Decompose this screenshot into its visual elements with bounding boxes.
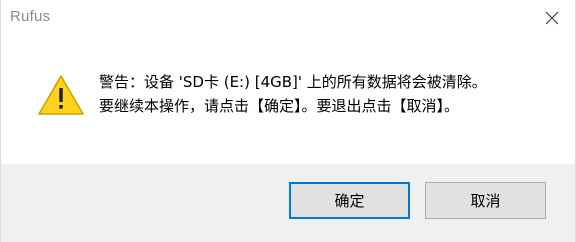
dialog-body: 警告：设备 'SD卡 (E:) [4GB]' 上的所有数据将会被清除。 要继续本… <box>1 36 575 164</box>
message-line-2: 要继续本操作，请点击【确定】。要退出点击【取消】。 <box>99 97 460 115</box>
close-button[interactable] <box>529 0 575 36</box>
warning-icon <box>37 74 85 116</box>
title-bar[interactable]: Rufus <box>1 0 575 36</box>
close-icon <box>545 11 559 25</box>
message-line-1: 警告：设备 'SD卡 (E:) [4GB]' 上的所有数据将会被清除。 <box>99 73 487 91</box>
button-bar: 确定 取消 <box>1 164 575 242</box>
warning-message: 警告：设备 'SD卡 (E:) [4GB]' 上的所有数据将会被清除。 要继续本… <box>99 70 487 118</box>
message-dialog: Rufus 警告：设备 'SD卡 (E:) [4GB]' 上的所有数据将会被清除… <box>0 0 576 242</box>
cancel-button[interactable]: 取消 <box>425 182 546 219</box>
ok-button[interactable]: 确定 <box>289 182 410 219</box>
window-title: Rufus <box>10 8 51 25</box>
